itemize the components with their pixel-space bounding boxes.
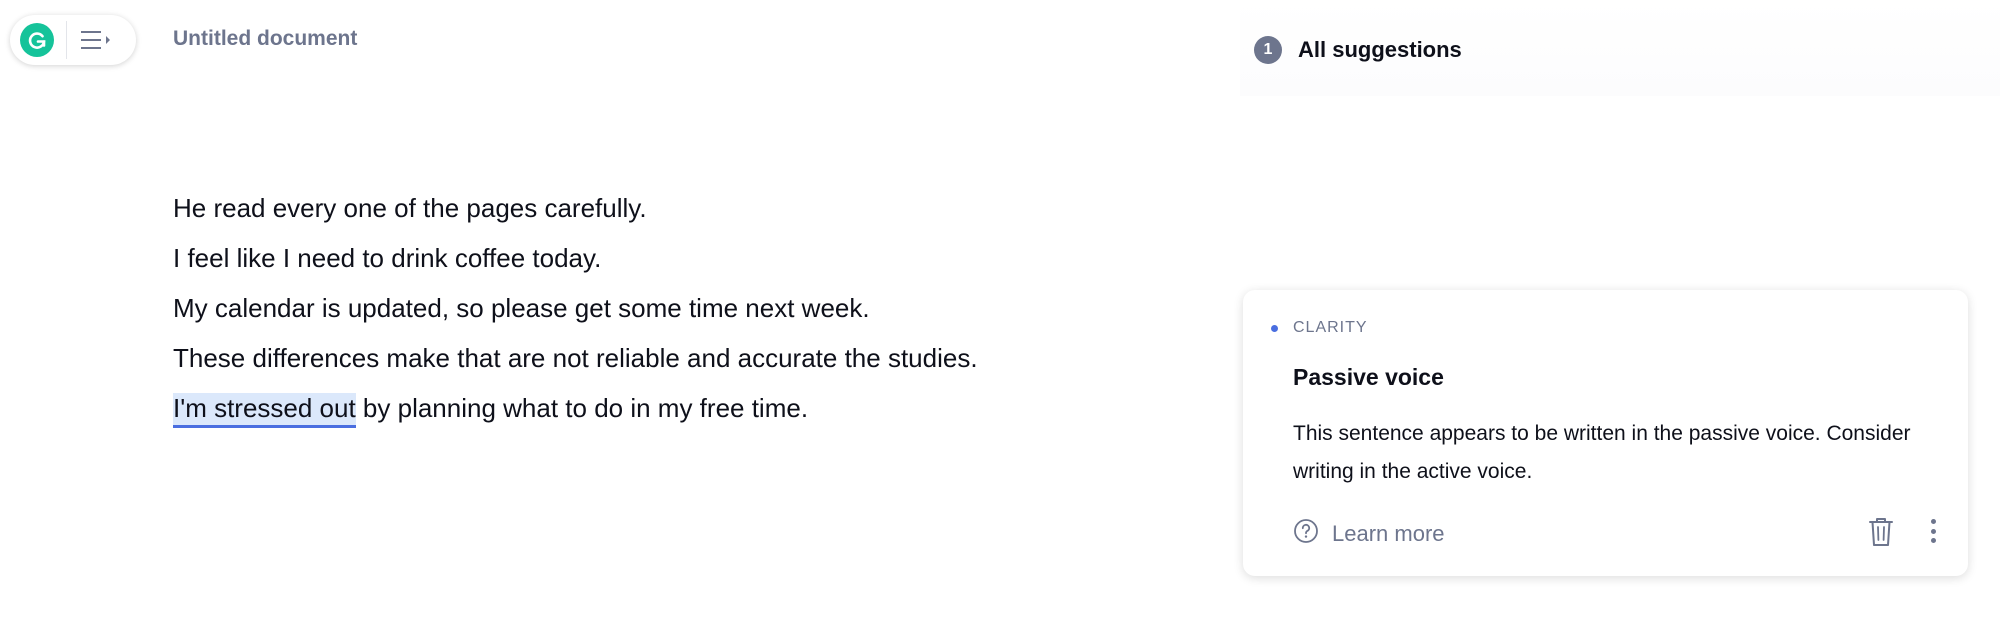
- document-line[interactable]: He read every one of the pages carefully…: [173, 183, 1173, 233]
- suggestions-count-badge: 1: [1254, 36, 1282, 64]
- document-line[interactable]: I feel like I need to drink coffee today…: [173, 233, 1173, 283]
- learn-more-link[interactable]: Learn more: [1293, 518, 1445, 549]
- pill-divider: [66, 21, 67, 59]
- hamburger-menu-icon[interactable]: [79, 28, 113, 52]
- suggestion-title: Passive voice: [1293, 364, 1444, 390]
- more-dot: [1930, 519, 1936, 524]
- flagged-phrase-highlight[interactable]: I'm stressed out: [173, 393, 356, 428]
- document-line[interactable]: My calendar is updated, so please get so…: [173, 283, 1173, 333]
- suggestions-header-title[interactable]: All suggestions: [1298, 37, 1462, 63]
- grammarly-g-icon[interactable]: [20, 23, 54, 57]
- flagged-line-rest: by planning what to do in my free time.: [355, 393, 809, 423]
- editor-page: Untitled document 1 All suggestions He r…: [0, 0, 2000, 619]
- logo-menu-pill: [10, 15, 136, 65]
- document-title[interactable]: Untitled document: [173, 27, 357, 51]
- suggestion-category: CLARITY: [1293, 319, 1368, 336]
- more-dot: [1930, 528, 1936, 534]
- more-dot: [1930, 538, 1936, 543]
- document-line-flagged[interactable]: I'm stressed out by planning what to do …: [173, 383, 1173, 433]
- suggestions-header: 1 All suggestions: [1240, 0, 2000, 96]
- document-body[interactable]: He read every one of the pages carefully…: [173, 183, 1173, 433]
- suggestion-card[interactable]: CLARITY Passive voice This sentence appe…: [1243, 290, 1968, 576]
- trash-icon[interactable]: [1867, 516, 1895, 553]
- more-vertical-icon[interactable]: [1923, 516, 1943, 546]
- category-dot-icon: [1271, 325, 1278, 332]
- learn-more-label: Learn more: [1332, 520, 1445, 546]
- document-line[interactable]: These differences make that are not reli…: [173, 333, 1173, 383]
- suggestion-description: This sentence appears to be written in t…: [1293, 422, 1911, 483]
- question-circle-icon: [1293, 518, 1319, 549]
